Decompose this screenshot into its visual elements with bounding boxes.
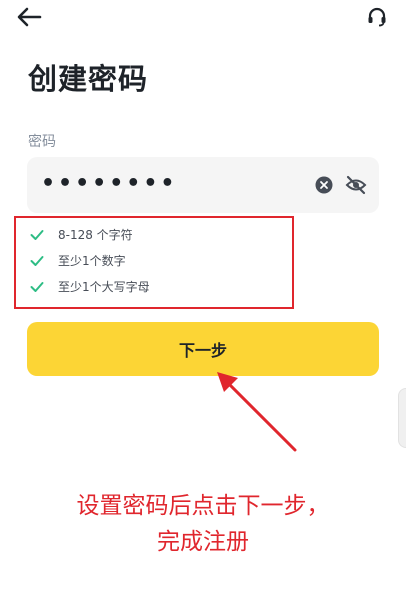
headset-icon bbox=[368, 7, 386, 27]
clear-circle-icon bbox=[315, 176, 333, 194]
page-title: 创建密码 bbox=[28, 62, 149, 96]
requirement-text: 至少1个大写字母 bbox=[58, 280, 150, 294]
check-icon bbox=[30, 229, 44, 240]
requirement-uppercase: 至少1个大写字母 bbox=[30, 278, 150, 295]
arrow-left-icon bbox=[17, 7, 42, 27]
password-requirements: 8-128 个字符 至少1个数字 至少1个大写字母 bbox=[14, 216, 294, 309]
annotation-line-1: 设置密码后点击下一步， bbox=[76, 493, 330, 519]
requirement-digit: 至少1个数字 bbox=[30, 252, 126, 269]
annotation-text: 设置密码后点击下一步， 完成注册 bbox=[0, 488, 406, 560]
annotation-line-2: 完成注册 bbox=[157, 529, 249, 555]
requirement-text: 8-128 个字符 bbox=[58, 228, 133, 242]
requirement-text: 至少1个数字 bbox=[58, 254, 126, 268]
toggle-visibility-button[interactable] bbox=[345, 175, 367, 195]
password-field[interactable] bbox=[27, 157, 379, 213]
check-icon bbox=[30, 281, 44, 292]
check-icon bbox=[30, 255, 44, 266]
support-button[interactable] bbox=[366, 6, 388, 28]
eye-off-icon bbox=[345, 175, 367, 195]
password-input[interactable] bbox=[39, 170, 293, 197]
password-label: 密码 bbox=[28, 134, 56, 150]
clear-password-button[interactable] bbox=[315, 176, 333, 194]
side-drawer-handle[interactable] bbox=[398, 388, 406, 448]
requirement-length: 8-128 个字符 bbox=[30, 226, 133, 243]
back-button[interactable] bbox=[16, 6, 42, 28]
annotation-arrow-icon bbox=[217, 372, 297, 452]
